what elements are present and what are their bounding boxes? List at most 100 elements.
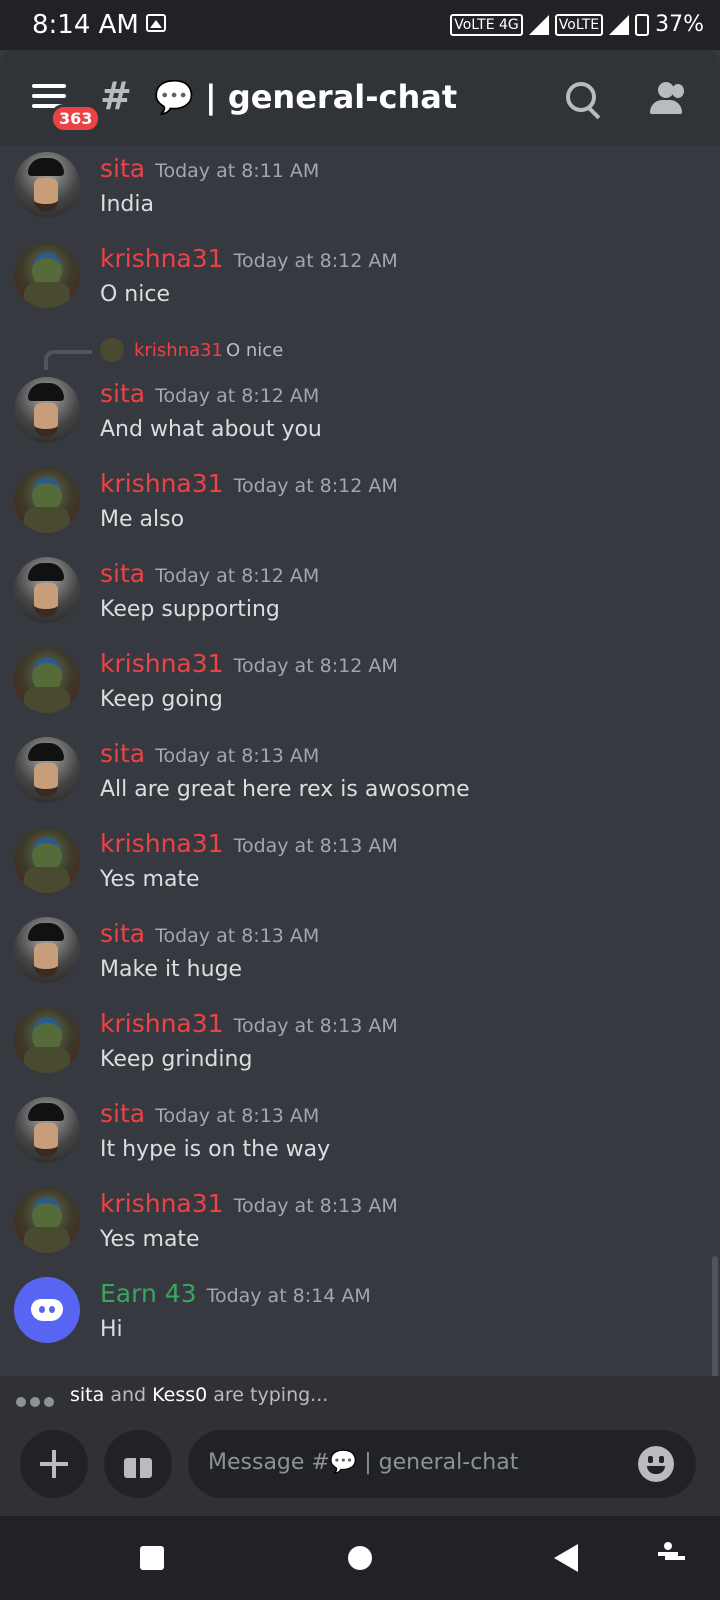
message-text: Hi: [100, 1317, 123, 1342]
author-name[interactable]: sita Today at 8:12 AM: [100, 559, 319, 588]
message-input[interactable]: Message #💬 | general-chat: [188, 1430, 696, 1498]
message[interactable]: sita Today at 8:11 AM India: [0, 146, 720, 236]
timestamp: Today at 8:13 AM: [155, 1105, 320, 1127]
author-name[interactable]: sita Today at 8:13 AM: [100, 739, 319, 768]
timestamp: Today at 8:11 AM: [155, 160, 320, 182]
home-icon[interactable]: [348, 1546, 372, 1570]
author-name[interactable]: krishna31 Today at 8:13 AM: [100, 1009, 398, 1038]
volte-icon-2: VoLTE: [554, 13, 604, 36]
reply-connector: [44, 350, 92, 370]
author-name[interactable]: sita Today at 8:12 AM: [100, 379, 319, 408]
timestamp: Today at 8:13 AM: [233, 1195, 398, 1217]
reply-preview[interactable]: krishna31 O nice: [0, 336, 720, 370]
timestamp: Today at 8:13 AM: [155, 745, 320, 767]
message[interactable]: sita Today at 8:13 AM Make it huge: [0, 911, 720, 1001]
avatar[interactable]: [14, 557, 80, 623]
scrollbar[interactable]: [712, 1256, 718, 1376]
timestamp: Today at 8:13 AM: [233, 835, 398, 857]
author-name[interactable]: krishna31 Today at 8:12 AM: [100, 649, 398, 678]
status-bar: 8:14 AM VoLTE 4G VoLTE 37%: [0, 0, 720, 50]
avatar[interactable]: [14, 467, 80, 533]
avatar[interactable]: [14, 242, 80, 308]
message-placeholder: Message #💬 | general-chat: [208, 1450, 519, 1475]
message[interactable]: krishna31 Today at 8:12 AM Keep going: [0, 641, 720, 731]
avatar[interactable]: [14, 1187, 80, 1253]
signal-icon-2: [609, 14, 630, 35]
reply-avatar: [100, 338, 124, 362]
channel-divider: |: [204, 78, 228, 116]
message[interactable]: krishna31 Today at 8:13 AM Yes mate: [0, 821, 720, 911]
reply-text: O nice: [226, 340, 284, 361]
timestamp: Today at 8:13 AM: [233, 1015, 398, 1037]
author-name[interactable]: sita Today at 8:11 AM: [100, 154, 319, 183]
avatar[interactable]: [14, 827, 80, 893]
reply-author: krishna31: [134, 340, 223, 361]
avatar[interactable]: [14, 152, 80, 218]
message-list[interactable]: sita Today at 8:11 AM India krishna31 Toda…: [0, 146, 720, 1376]
typing-and: and: [110, 1384, 147, 1406]
android-nav-bar: [0, 1516, 720, 1600]
avatar[interactable]: [14, 1097, 80, 1163]
emoji-icon[interactable]: [638, 1446, 674, 1482]
message-text: It hype is on the way: [100, 1137, 331, 1162]
author-name[interactable]: sita Today at 8:13 AM: [100, 1099, 319, 1128]
author-name[interactable]: krishna31 Today at 8:12 AM: [100, 244, 398, 273]
timestamp: Today at 8:12 AM: [155, 385, 320, 407]
message-text: Make it huge: [100, 957, 243, 982]
timestamp: Today at 8:12 AM: [233, 655, 398, 677]
message-text: Keep going: [100, 687, 223, 712]
signal-icon: [528, 14, 549, 35]
channel-hash-icon: #: [100, 74, 132, 118]
message-text: All are great here rex is awosome: [100, 777, 470, 802]
message[interactable]: sita Today at 8:13 AM It hype is on the w…: [0, 1091, 720, 1181]
avatar[interactable]: [14, 1277, 80, 1343]
message-text: Yes mate: [100, 867, 200, 892]
search-icon[interactable]: [566, 82, 596, 112]
message-text: Me also: [100, 507, 185, 532]
gallery-icon: [146, 14, 166, 32]
message-text: O nice: [100, 282, 170, 307]
timestamp: Today at 8:12 AM: [233, 250, 398, 272]
message[interactable]: sita Today at 8:12 AM Keep supporting: [0, 551, 720, 641]
timestamp: Today at 8:12 AM: [155, 565, 320, 587]
avatar[interactable]: [14, 1007, 80, 1073]
timestamp: Today at 8:13 AM: [155, 925, 320, 947]
typing-dots-icon: [16, 1392, 58, 1411]
gift-button[interactable]: [104, 1430, 172, 1498]
author-name[interactable]: Earn 43 Today at 8:14 AM: [100, 1279, 371, 1308]
typing-suffix: are typing...: [213, 1384, 329, 1406]
back-icon[interactable]: [554, 1544, 578, 1572]
avatar[interactable]: [14, 917, 80, 983]
message-text: Yes mate: [100, 1227, 200, 1252]
attach-button[interactable]: [20, 1430, 88, 1498]
message[interactable]: sita Today at 8:13 AM All are great here …: [0, 731, 720, 821]
message-text: And what about you: [100, 417, 322, 442]
message[interactable]: Earn 43 Today at 8:14 AM Hi: [0, 1271, 720, 1361]
message[interactable]: krishna31 Today at 8:12 AM O nice: [0, 236, 720, 326]
timestamp: Today at 8:12 AM: [233, 475, 398, 497]
discord-logo-icon: [31, 1299, 63, 1321]
message[interactable]: krishna31 Today at 8:13 AM Keep grinding: [0, 1001, 720, 1091]
status-time: 8:14 AM: [32, 10, 139, 40]
message[interactable]: sita Today at 8:12 AM And what about you: [0, 371, 720, 461]
battery-percent: 37%: [655, 12, 704, 37]
recent-apps-icon[interactable]: [140, 1546, 164, 1570]
battery-icon: [635, 13, 650, 36]
author-name[interactable]: krishna31 Today at 8:13 AM: [100, 829, 398, 858]
author-name[interactable]: krishna31 Today at 8:12 AM: [100, 469, 398, 498]
typing-user: Kess0: [152, 1384, 208, 1406]
typing-user: sita: [70, 1384, 105, 1406]
message-text: India: [100, 192, 154, 217]
message[interactable]: krishna31 Today at 8:12 AM Me also: [0, 461, 720, 551]
avatar[interactable]: [14, 647, 80, 713]
channel-emoji: 💬: [154, 78, 194, 116]
channel-title: 💬 | general-chat: [154, 78, 457, 116]
avatar[interactable]: [14, 377, 80, 443]
message[interactable]: krishna31 Today at 8:13 AM Yes mate: [0, 1181, 720, 1271]
channel-name: general-chat: [227, 78, 458, 116]
author-name[interactable]: sita Today at 8:13 AM: [100, 919, 319, 948]
message-text: Keep supporting: [100, 597, 280, 622]
avatar[interactable]: [14, 737, 80, 803]
author-name[interactable]: krishna31 Today at 8:13 AM: [100, 1189, 398, 1218]
accessibility-icon[interactable]: [658, 1542, 678, 1574]
